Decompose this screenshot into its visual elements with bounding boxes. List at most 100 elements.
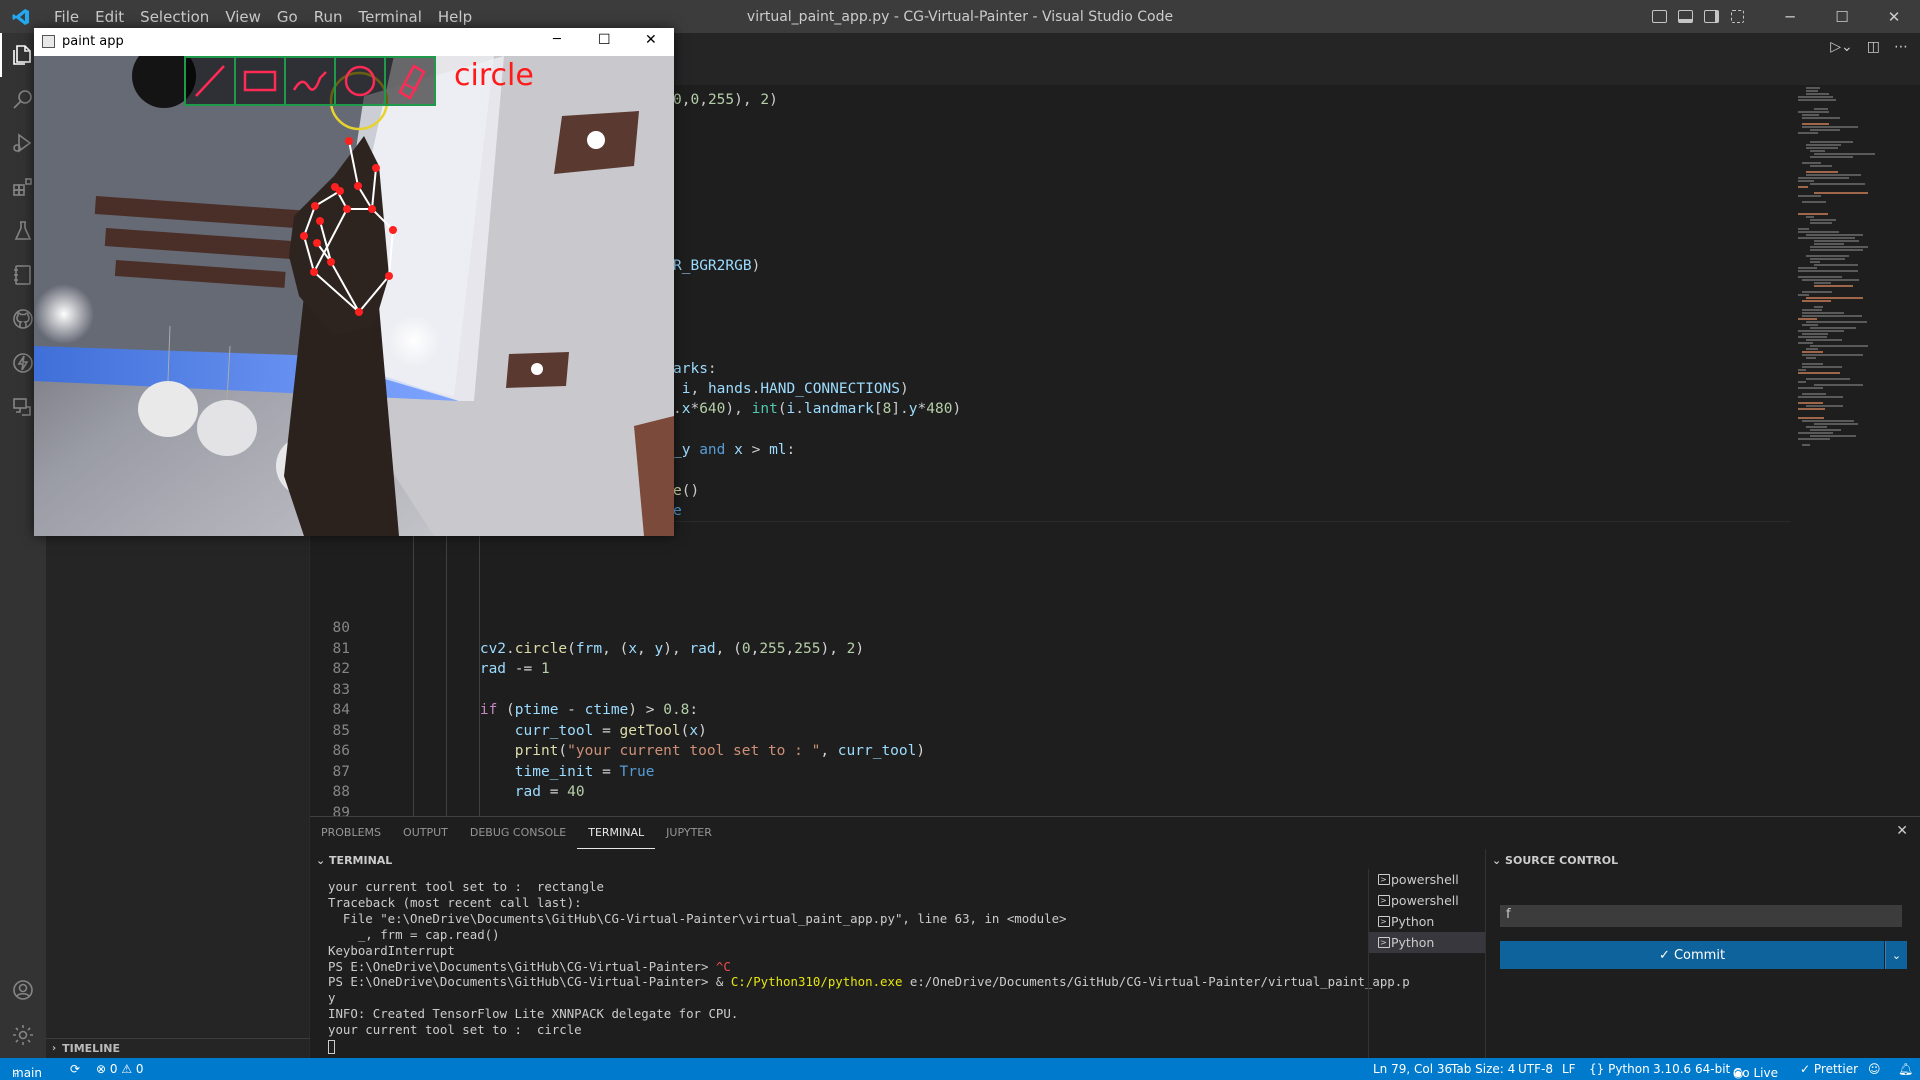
paint-app-title: paint app	[62, 34, 124, 49]
code-text: print("your current tool set to : ", cur…	[514, 743, 926, 760]
code-fragment: arks:	[673, 361, 717, 377]
bottom-panel: PROBLEMS OUTPUT DEBUG CONSOLE TERMINAL JUPYT…	[310, 816, 1920, 1059]
terminal-icon: >	[1378, 916, 1390, 927]
terminal-instance[interactable]: > powershell	[1369, 890, 1485, 911]
minimap[interactable]	[1795, 85, 1905, 816]
code-fragment: _y and x > ml:	[673, 442, 796, 458]
split-editor-icon[interactable]: ◫	[1867, 39, 1880, 55]
freehand-tool[interactable]	[284, 56, 336, 106]
code-fragment: e()	[673, 483, 700, 499]
terminal-output[interactable]: your current tool set to : rectangle Trac…	[328, 879, 1410, 1038]
paint-app-window: paint app ─ ☐ ✕ circle	[34, 28, 674, 536]
menu-edit[interactable]: Edit	[87, 8, 132, 26]
run-file-icon[interactable]: ▷⌄	[1830, 39, 1853, 55]
rectangle-tool-icon	[243, 70, 277, 92]
code-text: time_init = True	[514, 763, 655, 780]
paint-app-titlebar[interactable]: paint app ─ ☐ ✕	[34, 28, 674, 56]
freehand-tool-icon	[292, 71, 327, 91]
feedback-icon[interactable]: ☺	[1868, 1062, 1881, 1076]
camera-feed[interactable]: circle	[34, 56, 674, 536]
menu-go[interactable]: Go	[269, 8, 306, 26]
account-icon[interactable]	[0, 968, 46, 1012]
terminal-instance[interactable]: > powershell	[1369, 869, 1485, 890]
close-button[interactable]: ✕	[1868, 0, 1920, 33]
terminal-cursor	[328, 1040, 335, 1054]
python-interpreter[interactable]: 3.10.6 64-bit	[1653, 1062, 1730, 1076]
timeline-label: TIMELINE	[62, 1042, 121, 1055]
vscode-logo-icon	[12, 8, 30, 30]
toggle-primary-sidebar-icon[interactable]	[1646, 0, 1672, 33]
camera-scene	[34, 56, 674, 536]
app-icon	[42, 35, 55, 48]
maximize-button[interactable]: ☐	[1816, 0, 1868, 33]
paint-maximize-button[interactable]: ☐	[598, 32, 611, 48]
problems-indicator[interactable]: ⊗ 0 ⚠ 0	[96, 1062, 144, 1076]
paint-close-button[interactable]: ✕	[645, 32, 657, 48]
tab-output[interactable]: OUTPUT	[392, 817, 459, 849]
end-of-line[interactable]: LF	[1562, 1062, 1576, 1076]
menu-terminal[interactable]: Terminal	[351, 8, 430, 26]
line-number: 80	[332, 620, 350, 636]
settings-gear-icon[interactable]	[0, 1013, 46, 1057]
menu-file[interactable]: File	[46, 8, 87, 26]
tab-terminal[interactable]: TERMINAL	[577, 817, 656, 849]
commit-button[interactable]: ✓ Commit	[1500, 941, 1884, 969]
timeline-section[interactable]: › TIMELINE	[46, 1038, 310, 1058]
prettier-status[interactable]: ✓ Prettier	[1800, 1062, 1858, 1076]
status-bar: ⑂ main ⟳ ⊗ 0 ⚠ 0 Ln 79, Col 36 Tab Size:…	[0, 1058, 1920, 1080]
line-tool-icon	[195, 65, 225, 97]
erase-tool[interactable]	[384, 56, 436, 106]
terminal-line: y	[328, 990, 336, 1006]
chevron-down-icon: ⌄	[1492, 854, 1506, 867]
branch-name: main	[12, 1066, 42, 1080]
line-tool[interactable]	[184, 56, 236, 106]
rectangle-tool[interactable]	[234, 56, 286, 106]
language-mode[interactable]: {} Python	[1589, 1062, 1650, 1076]
terminal-line: your current tool set to : circle	[328, 1022, 582, 1038]
code-text: cv2.circle(frm, (x, y), rad, (0,255,255)…	[479, 640, 865, 657]
customize-layout-icon[interactable]	[1724, 0, 1750, 33]
go-live-label: Go Live	[1733, 1066, 1778, 1080]
paint-minimize-button[interactable]: ─	[553, 32, 561, 47]
line-number: 81	[332, 640, 350, 657]
notifications-icon[interactable]: 🔔︎	[1898, 1062, 1913, 1076]
circle-tool[interactable]	[334, 56, 386, 106]
line-number: 87	[332, 763, 350, 780]
eraser-tool-icon	[398, 64, 426, 100]
menu-run[interactable]: Run	[306, 8, 351, 26]
line-number: 89	[332, 804, 350, 816]
terminal-icon: >	[1378, 937, 1390, 948]
commit-dropdown-icon[interactable]: ⌄	[1885, 941, 1907, 969]
terminal-line: your current tool set to : rectangle	[328, 879, 605, 894]
tab-problems[interactable]: PROBLEMS	[310, 817, 392, 849]
terminal-list: > powershell > powershell > Python > Python	[1368, 869, 1485, 1059]
commit-message-input[interactable]: f	[1500, 905, 1902, 927]
toggle-secondary-sidebar-icon[interactable]	[1698, 0, 1724, 33]
close-panel-icon[interactable]: ✕	[1896, 823, 1908, 839]
terminal-line: PS E:\OneDrive\Documents\GitHub\CG-Virtu…	[328, 958, 731, 974]
more-actions-icon[interactable]: ⋯	[1894, 39, 1908, 55]
terminal-instance[interactable]: > Python	[1369, 911, 1485, 932]
line-number: 84	[332, 702, 350, 719]
terminal-instance-label: powershell	[1391, 872, 1459, 887]
minimize-button[interactable]: ─	[1764, 0, 1816, 33]
tab-size[interactable]: Tab Size: 4	[1451, 1062, 1515, 1076]
terminal-instance[interactable]: > Python	[1369, 932, 1485, 953]
tab-jupyter[interactable]: JUPYTER	[655, 817, 723, 849]
tab-debug-console[interactable]: DEBUG CONSOLE	[459, 817, 577, 849]
menu-view[interactable]: View	[217, 8, 269, 26]
paint-toolbar	[184, 56, 436, 106]
sync-icon[interactable]: ⟳	[70, 1062, 80, 1076]
source-control-view: ⌄ SOURCE CONTROL f ✓ Commit ⌄	[1485, 849, 1920, 1059]
toggle-panel-icon[interactable]	[1672, 0, 1698, 33]
terminal-line: File "e:\OneDrive\Documents\GitHub\CG-Vi…	[328, 910, 1067, 926]
terminal-icon: >	[1378, 874, 1390, 885]
menu-selection[interactable]: Selection	[132, 8, 217, 26]
encoding[interactable]: UTF-8	[1518, 1062, 1553, 1076]
cursor-position[interactable]: Ln 79, Col 36	[1373, 1062, 1452, 1076]
line-number: 82	[332, 661, 350, 678]
code-text: rad = 40	[514, 784, 585, 801]
menu-help[interactable]: Help	[430, 8, 480, 26]
terminal-header: TERMINAL	[329, 854, 393, 867]
line-number: 83	[332, 681, 350, 698]
